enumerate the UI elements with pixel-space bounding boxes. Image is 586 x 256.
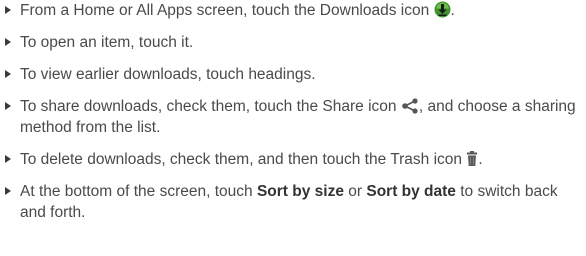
instruction-document: From a Home or All Apps screen, touch th… (0, 0, 586, 256)
sort-by-date-label: Sort by date (366, 183, 456, 200)
item-text-suffix: . (478, 151, 483, 168)
list-item: To view earlier downloads, touch heading… (0, 64, 586, 85)
bullet-marker (5, 6, 11, 14)
trash-icon (467, 151, 478, 166)
bullet-marker (5, 187, 11, 195)
bullet-marker (5, 102, 11, 110)
item-text: At the bottom of the screen, touch (20, 183, 257, 200)
sort-by-size-label: Sort by size (256, 183, 344, 200)
list-item: To share downloads, check them, touch th… (0, 96, 586, 138)
item-text: To share downloads, check them, touch th… (20, 98, 397, 115)
bullet-marker (5, 38, 11, 46)
item-text: To view earlier downloads, touch heading… (20, 66, 316, 83)
item-text: From a Home or All Apps screen, touch th… (20, 2, 430, 19)
list-item: To open an item, touch it. (0, 32, 586, 53)
share-icon (402, 98, 418, 114)
downloads-icon (434, 1, 451, 18)
item-text-suffix: . (450, 2, 455, 19)
list-item: At the bottom of the screen, touch Sort … (0, 181, 586, 223)
bullet-marker (5, 70, 11, 78)
item-text: To open an item, touch it. (20, 34, 194, 51)
list-item: To delete downloads, check them, and the… (0, 149, 586, 170)
item-text: To delete downloads, check them, and the… (20, 151, 463, 168)
item-text-middle: or (343, 183, 367, 200)
list-item: From a Home or All Apps screen, touch th… (0, 0, 586, 21)
bullet-marker (5, 155, 11, 163)
